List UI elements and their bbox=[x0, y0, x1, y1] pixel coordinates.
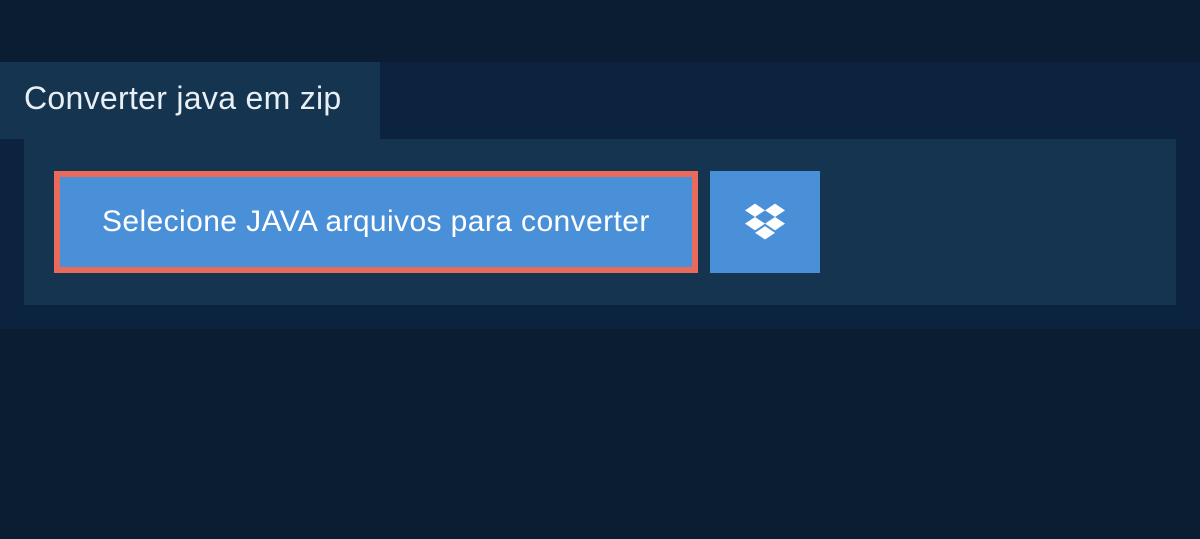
upload-panel: Selecione JAVA arquivos para converter bbox=[24, 139, 1176, 305]
dropbox-button[interactable] bbox=[710, 171, 820, 273]
dropbox-icon bbox=[745, 203, 785, 241]
tab-label: Converter java em zip bbox=[24, 80, 342, 116]
tab-container: Converter java em zip bbox=[0, 62, 1200, 139]
top-bar bbox=[0, 0, 1200, 62]
select-files-button[interactable]: Selecione JAVA arquivos para converter bbox=[54, 171, 698, 273]
bottom-bar bbox=[0, 329, 1200, 539]
select-files-button-label: Selecione JAVA arquivos para converter bbox=[102, 205, 650, 239]
tab-convert-java-to-zip[interactable]: Converter java em zip bbox=[0, 62, 380, 139]
